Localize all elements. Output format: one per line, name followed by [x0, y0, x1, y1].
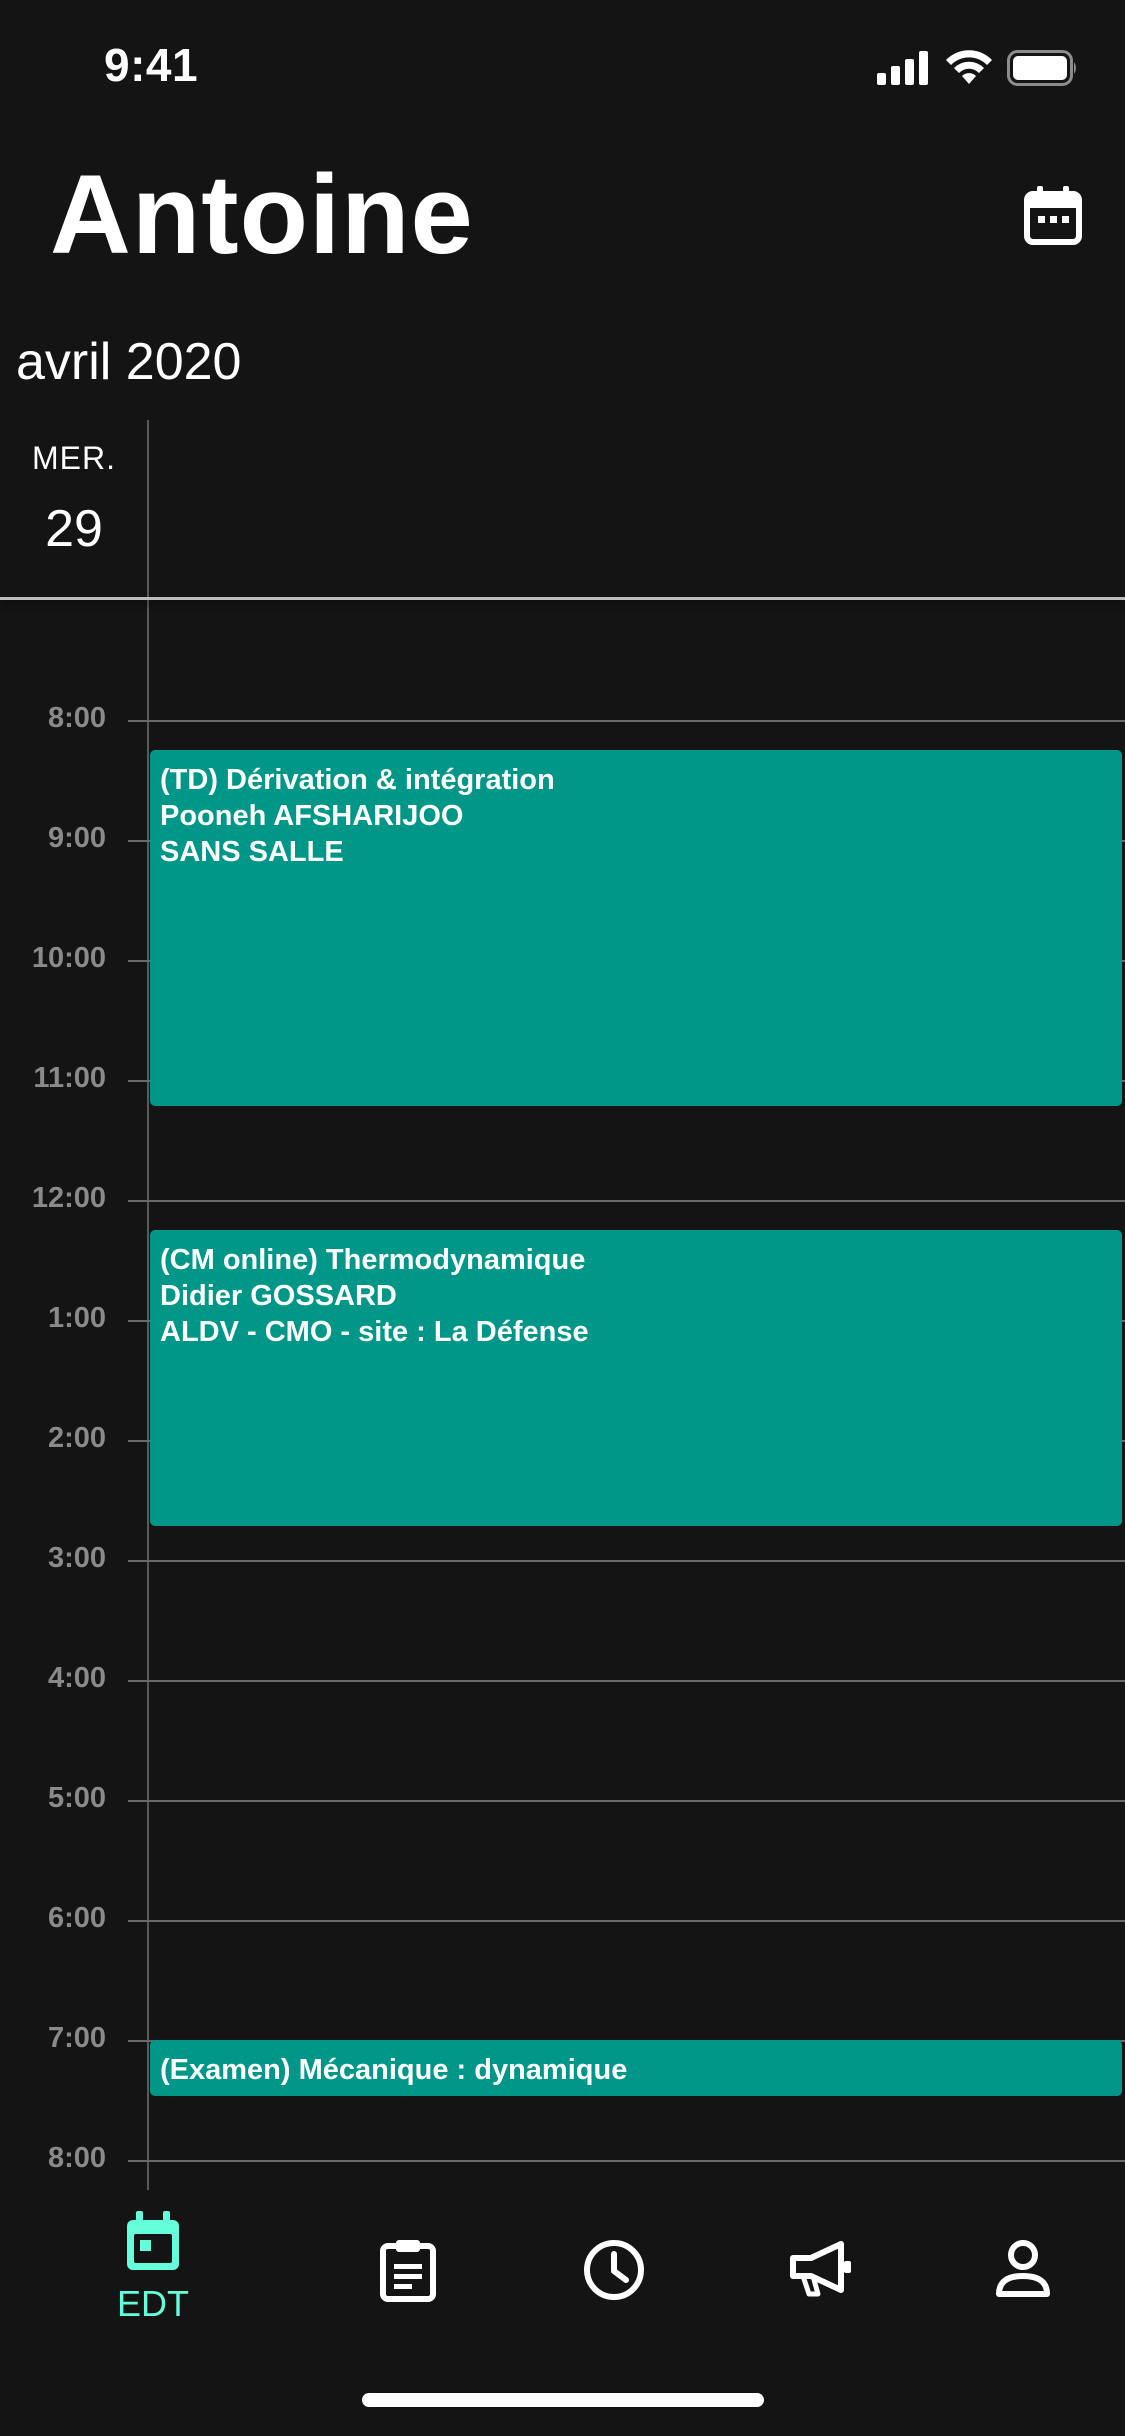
- tab-notes[interactable]: [348, 2238, 468, 2368]
- tab-announcements[interactable]: [760, 2238, 880, 2368]
- hour-label: 7:00: [47, 2022, 106, 2054]
- tab-label: EDT: [117, 2283, 189, 2324]
- hour-line: [128, 2160, 1125, 2162]
- hour-label: 8:00: [47, 2142, 106, 2174]
- event-card-mecanique[interactable]: (Examen) Mécanique : dynamique: [150, 2040, 1122, 2096]
- person-icon: [995, 2238, 1051, 2305]
- hour-label: 5:00: [47, 1782, 106, 1814]
- status-bar: 9:41: [0, 0, 1125, 140]
- hour-line: [128, 1920, 1125, 1922]
- hour-label: 3:00: [47, 1542, 106, 1574]
- event-card-derivation[interactable]: (TD) Dérivation & intégration Pooneh AFS…: [150, 750, 1122, 1106]
- event-room: ALDV - CMO - site : La Défense: [160, 1316, 589, 1348]
- event-room: SANS SALLE: [160, 836, 344, 868]
- home-indicator: [362, 2393, 764, 2407]
- event-title: (CM online) Thermodynamique: [160, 1244, 586, 1276]
- event-teacher: Pooneh AFSHARIJOO: [160, 800, 464, 832]
- clock-icon: [582, 2238, 646, 2307]
- calendar-icon: [1023, 184, 1083, 251]
- day-header[interactable]: MER. 29: [0, 440, 148, 559]
- hour-line: [128, 1680, 1125, 1682]
- clipboard-icon: [379, 2238, 437, 2307]
- hour-label: 4:00: [47, 1662, 106, 1694]
- wifi-icon: [945, 49, 993, 91]
- event-teacher: Didier GOSSARD: [160, 1280, 397, 1312]
- hour-label: 9:00: [47, 822, 106, 854]
- status-time: 9:41: [104, 39, 199, 91]
- calendar-button[interactable]: [1018, 182, 1088, 252]
- month-label: avril 2020: [16, 333, 242, 391]
- hour-line: [128, 1200, 1125, 1202]
- day-name: MER.: [32, 440, 116, 476]
- event-card-thermodynamique[interactable]: (CM online) Thermodynamique Didier GOSSA…: [150, 1230, 1122, 1526]
- hour-line: [128, 720, 1125, 722]
- day-number: 29: [45, 500, 103, 558]
- calendar-icon: [123, 2210, 183, 2279]
- page-title: Antoine: [50, 152, 474, 277]
- tab-edt[interactable]: EDT: [93, 2210, 213, 2340]
- hour-label: 6:00: [47, 1902, 106, 1934]
- battery-icon: [1007, 49, 1079, 91]
- hour-label: 2:00: [47, 1422, 106, 1454]
- megaphone-icon: [787, 2238, 853, 2305]
- hour-line: [128, 1560, 1125, 1562]
- tab-profile[interactable]: [963, 2238, 1083, 2368]
- event-title: (Examen) Mécanique : dynamique: [160, 2054, 628, 2086]
- hour-line: [128, 1800, 1125, 1802]
- cellular-signal-icon: [877, 50, 931, 90]
- day-timeline[interactable]: 8:00 9:00 10:00 11:00 12:00 1:00 2:00 3:…: [0, 600, 1125, 2190]
- event-title: (TD) Dérivation & intégration: [160, 764, 555, 796]
- hour-label: 11:00: [33, 1062, 106, 1094]
- hour-label: 10:00: [31, 942, 106, 974]
- hour-label: 12:00: [31, 1182, 106, 1214]
- tab-history[interactable]: [554, 2238, 674, 2368]
- hour-label: 1:00: [47, 1302, 106, 1334]
- status-icons: [877, 49, 1079, 91]
- hour-label: 8:00: [47, 702, 106, 734]
